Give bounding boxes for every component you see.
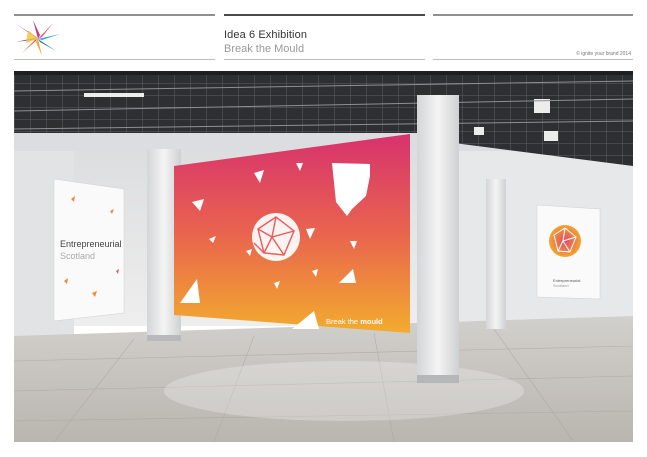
left-poster-line1: Entrepreneurial bbox=[60, 239, 122, 249]
header-bottom-rule-left bbox=[14, 59, 215, 60]
header-rule-left bbox=[14, 14, 215, 16]
left-poster-line2: Scotland bbox=[60, 251, 95, 261]
brand-logo bbox=[16, 20, 60, 56]
copyright-text: © ignite your brand 2014 bbox=[576, 51, 631, 57]
center-poster-sphere bbox=[252, 213, 300, 261]
header-rule-center bbox=[224, 14, 425, 16]
header-bottom-rule-right bbox=[433, 59, 633, 60]
pillar-right bbox=[417, 95, 459, 381]
page-title: Idea 6 Exhibition bbox=[224, 29, 308, 41]
right-poster-line2: Scotland bbox=[553, 283, 569, 288]
header-bottom-rule-center bbox=[224, 59, 425, 60]
header-rule-right bbox=[433, 14, 633, 16]
page-subtitle: Break the Mould bbox=[224, 43, 305, 55]
center-poster-tagline: Break the mould bbox=[326, 317, 383, 326]
left-poster bbox=[53, 178, 125, 322]
gallery-photo: Entrepreneurial Scotland Break the mould bbox=[14, 71, 633, 442]
